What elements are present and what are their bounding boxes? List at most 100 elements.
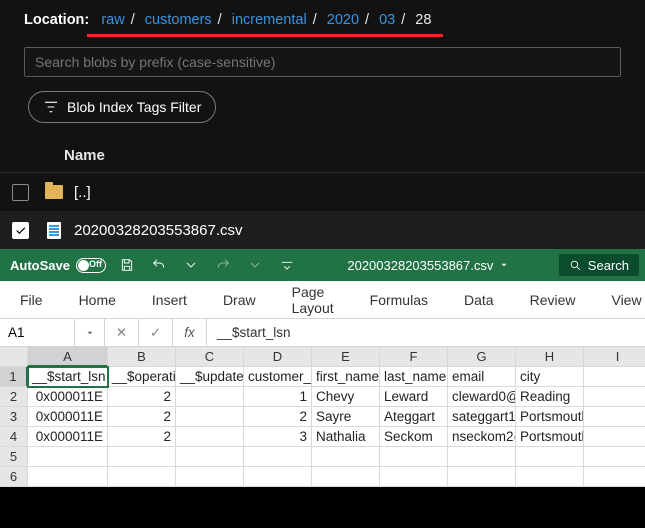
blob-index-tags-filter-button[interactable]: Blob Index Tags Filter [28,91,216,123]
tab-insert[interactable]: Insert [146,288,193,312]
fx-icon[interactable]: fx [173,319,207,346]
cell[interactable]: __$start_lsn [28,367,108,387]
select-all-corner[interactable] [0,347,28,367]
cell[interactable] [108,447,176,467]
cell[interactable]: nseckom2@ [448,427,516,447]
column-header[interactable]: A [28,347,108,367]
cell[interactable]: Ateggart [380,407,448,427]
cell[interactable]: 0x000011E [28,427,108,447]
tab-data[interactable]: Data [458,288,500,312]
tab-draw[interactable]: Draw [217,288,262,312]
cell[interactable] [28,467,108,487]
row-header[interactable]: 3 [0,407,28,427]
tab-view[interactable]: View [605,288,645,312]
row-header[interactable]: 6 [0,467,28,487]
row-checkbox[interactable] [12,184,29,201]
cell[interactable]: cleward0@ [448,387,516,407]
name-box[interactable]: A1 [0,319,75,346]
cell[interactable] [176,447,244,467]
cell[interactable]: Nathalia [312,427,380,447]
cell[interactable]: 2 [108,427,176,447]
column-header[interactable]: I [584,347,645,367]
column-header[interactable]: C [176,347,244,367]
undo-icon[interactable] [148,257,170,273]
row-header[interactable]: 2 [0,387,28,407]
cell[interactable] [28,447,108,467]
crumb-03[interactable]: 03 [379,12,395,28]
cell[interactable] [176,387,244,407]
cell[interactable] [448,467,516,487]
list-item[interactable]: [..] [0,173,645,211]
row-name[interactable]: 20200328203553867.csv [68,222,243,239]
row-name[interactable]: [..] [68,184,91,201]
cell[interactable]: 2 [108,387,176,407]
cell[interactable] [176,427,244,447]
row-header[interactable]: 1 [0,367,28,387]
cell[interactable] [448,447,516,467]
cell[interactable]: city [516,367,584,387]
formula-value[interactable]: __$start_lsn [207,319,645,346]
cell[interactable]: Sayre [312,407,380,427]
cell[interactable] [176,407,244,427]
cell[interactable] [312,467,380,487]
cell[interactable]: Portsmouth [516,427,584,447]
cell[interactable]: Leward [380,387,448,407]
column-header[interactable]: G [448,347,516,367]
spreadsheet-grid[interactable]: ABCDEFGHI1__$start_lsn__$operati__$updat… [0,347,645,487]
qat-customize-icon[interactable] [276,257,298,273]
crumb-2020[interactable]: 2020 [327,12,359,28]
cell[interactable] [584,467,645,487]
cell[interactable] [584,387,645,407]
row-checkbox[interactable] [12,222,29,239]
cell[interactable]: __$operati [108,367,176,387]
cell[interactable]: last_name [380,367,448,387]
cell[interactable] [244,467,312,487]
tab-page-layout[interactable]: Page Layout [286,280,340,320]
cell[interactable] [516,447,584,467]
name-box-dropdown[interactable] [75,319,105,346]
cell[interactable]: __$update [176,367,244,387]
chevron-down-icon[interactable] [244,257,266,273]
cell[interactable]: sateggart1 [448,407,516,427]
tab-file[interactable]: File [14,288,49,312]
save-icon[interactable] [116,257,138,273]
search-input[interactable] [24,47,621,77]
column-header[interactable]: E [312,347,380,367]
cell[interactable]: 2 [108,407,176,427]
cell[interactable] [584,427,645,447]
row-header[interactable]: 4 [0,427,28,447]
cell[interactable] [584,407,645,427]
cell[interactable]: customer_ [244,367,312,387]
name-column-header[interactable]: Name [0,141,645,173]
crumb-raw[interactable]: raw [101,12,124,28]
cell[interactable]: first_name [312,367,380,387]
cell[interactable]: Reading [516,387,584,407]
cell[interactable]: Portsmouth [516,407,584,427]
column-header[interactable]: D [244,347,312,367]
column-header[interactable]: F [380,347,448,367]
cell[interactable]: 3 [244,427,312,447]
cell[interactable] [584,447,645,467]
cell[interactable]: 1 [244,387,312,407]
column-header[interactable]: H [516,347,584,367]
excel-search-button[interactable]: Search [559,254,639,276]
cell[interactable]: 0x000011E [28,387,108,407]
tab-review[interactable]: Review [524,288,582,312]
cell[interactable] [380,467,448,487]
chevron-down-icon[interactable] [180,257,202,273]
cell[interactable]: 2 [244,407,312,427]
row-header[interactable]: 5 [0,447,28,467]
cell[interactable]: Seckom [380,427,448,447]
cell[interactable]: 0x000011E [28,407,108,427]
cell[interactable] [108,467,176,487]
cell[interactable] [312,447,380,467]
redo-icon[interactable] [212,257,234,273]
cell[interactable] [516,467,584,487]
autosave-toggle[interactable]: AutoSave Off [10,258,106,273]
tab-formulas[interactable]: Formulas [364,288,434,312]
cell[interactable] [176,467,244,487]
cancel-icon[interactable]: ✕ [105,319,139,346]
document-title[interactable]: 20200328203553867.csv [347,258,509,273]
column-header[interactable]: B [108,347,176,367]
cell[interactable] [380,447,448,467]
